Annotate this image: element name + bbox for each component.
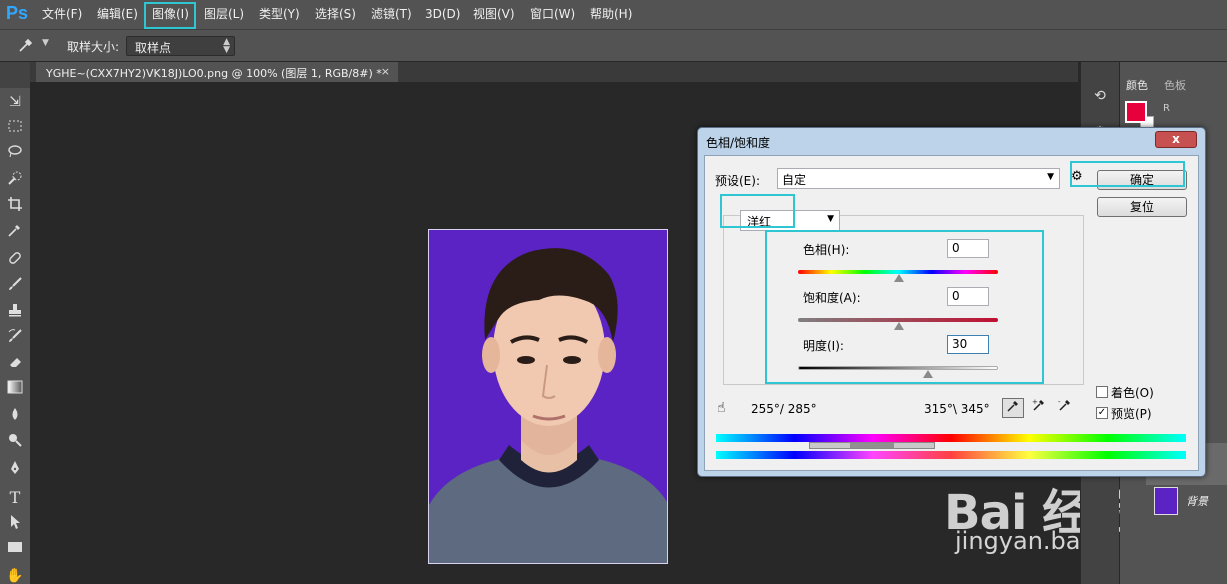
type-tool-icon[interactable]: T — [5, 488, 25, 508]
menu-view[interactable]: 视图(V) — [473, 0, 515, 29]
menu-filter[interactable]: 滤镜(T) — [371, 0, 412, 29]
sample-size-select[interactable]: 取样点 ▲ ▼ — [126, 36, 235, 56]
menu-type[interactable]: 类型(Y) — [259, 0, 300, 29]
blur-tool-icon[interactable] — [5, 406, 25, 426]
dodge-tool-icon[interactable] — [5, 432, 25, 452]
rectangle-tool-icon[interactable] — [5, 540, 25, 560]
tab-swatches[interactable]: 色板 — [1158, 74, 1192, 94]
dialog-body: 预设(E): 自定 ▼ ⚙ 确定 复位 洋红 ▼ 色相(H): 0 饱和度(A)… — [704, 155, 1199, 471]
menu-help[interactable]: 帮助(H) — [590, 0, 632, 29]
reset-button[interactable]: 复位 — [1097, 197, 1187, 217]
range-slider[interactable] — [809, 442, 935, 449]
range-left-value: 255°/ 285° — [751, 402, 817, 416]
photoshop-logo: Ps — [6, 3, 29, 23]
options-bar: ▼ 取样大小: 取样点 ▲ ▼ — [0, 29, 1227, 61]
eraser-tool-icon[interactable] — [5, 354, 25, 374]
eyedropper-icon[interactable] — [5, 222, 25, 242]
svg-text:-: - — [1058, 398, 1061, 406]
close-button[interactable]: x — [1155, 131, 1197, 148]
portrait-photo — [428, 229, 668, 564]
layer-thumbnail — [1154, 487, 1178, 515]
menu-window[interactable]: 窗口(W) — [530, 0, 575, 29]
gradient-tool-icon[interactable] — [5, 380, 25, 400]
hue-label: 色相(H): — [803, 243, 850, 257]
marquee-tool-icon[interactable] — [5, 118, 25, 138]
hue-slider-thumb[interactable] — [894, 274, 904, 282]
lightness-label: 明度(I): — [803, 339, 844, 353]
layer-name: 背景 — [1186, 495, 1208, 508]
foreground-color-swatch[interactable] — [1125, 101, 1147, 123]
chevron-down-icon: ▼ — [1047, 172, 1054, 182]
preview-label: 预览(P) — [1111, 407, 1152, 421]
menu-bar: Ps 文件(F) 编辑(E) 图像(I) 图层(L) 类型(Y) 选择(S) 滤… — [0, 0, 1227, 29]
channel-value: 洋红 — [747, 215, 772, 229]
preset-select[interactable]: 自定 ▼ — [777, 168, 1060, 189]
history-panel-icon[interactable]: ⟲ — [1089, 88, 1111, 110]
saturation-slider-thumb[interactable] — [894, 322, 904, 330]
document-tab[interactable]: YGHE~(CXX7HY2)VK18J)LO0.png @ 100% (图层 1… — [36, 62, 398, 82]
document-tab-title: YGHE~(CXX7HY2)VK18J)LO0.png @ 100% (图层 1… — [46, 67, 382, 80]
close-icon[interactable]: × — [381, 65, 390, 78]
tab-color[interactable]: 颜色 — [1120, 74, 1154, 94]
menu-edit[interactable]: 编辑(E) — [97, 0, 138, 29]
ok-button[interactable]: 确定 — [1097, 170, 1187, 190]
menu-layer[interactable]: 图层(L) — [204, 0, 244, 29]
history-brush-tool-icon[interactable] — [5, 328, 25, 348]
menu-file[interactable]: 文件(F) — [42, 0, 82, 29]
eyedropper-tool-icon[interactable] — [18, 37, 38, 55]
gear-icon[interactable]: ⚙ — [1071, 169, 1083, 184]
healing-brush-tool-icon[interactable] — [5, 250, 25, 270]
lightness-slider[interactable] — [798, 366, 998, 370]
hand-icon[interactable]: ☝ — [717, 400, 726, 416]
range-right-value: 315°\ 345° — [924, 402, 990, 416]
hand-tool-icon[interactable]: ✋ — [5, 566, 25, 584]
path-selection-tool-icon[interactable] — [5, 514, 25, 534]
preset-label: 预设(E): — [715, 174, 760, 188]
dialog-title: 色相/饱和度 — [706, 136, 771, 150]
adjustment-group — [723, 215, 1084, 385]
tool-preset-caret-icon[interactable]: ▼ — [42, 38, 49, 48]
chevron-down-icon: ▼ — [827, 214, 834, 224]
saturation-input[interactable]: 0 — [947, 287, 989, 306]
tools-panel-header — [0, 62, 30, 88]
channel-r-label: R — [1163, 103, 1170, 114]
clone-stamp-tool-icon[interactable] — [5, 302, 25, 322]
add-eyedropper-icon[interactable]: + — [1028, 398, 1050, 418]
hue-input[interactable]: 0 — [947, 239, 989, 258]
output-color-bar — [716, 451, 1186, 459]
range-slider-core — [850, 443, 894, 448]
channel-select[interactable]: 洋红 ▼ — [740, 210, 840, 231]
menu-select[interactable]: 选择(S) — [315, 0, 356, 29]
svg-text:+: + — [1032, 398, 1038, 406]
menu-3d[interactable]: 3D(D) — [425, 0, 460, 29]
colorize-checkbox[interactable] — [1096, 386, 1108, 398]
eyedropper-icon[interactable] — [1002, 398, 1024, 418]
preset-value: 自定 — [782, 173, 807, 187]
saturation-label: 饱和度(A): — [803, 291, 861, 305]
colorize-label: 着色(O) — [1111, 386, 1154, 400]
pen-tool-icon[interactable] — [5, 460, 25, 480]
updown-arrow-icon: ▲ ▼ — [223, 37, 230, 55]
sample-size-label: 取样大小: — [67, 40, 120, 54]
crop-tool-icon[interactable] — [5, 196, 25, 216]
sample-size-value: 取样点 — [135, 41, 172, 55]
input-color-bar — [716, 434, 1186, 442]
lightness-slider-thumb[interactable] — [923, 370, 933, 378]
brush-tool-icon[interactable] — [5, 276, 25, 296]
hue-saturation-dialog: 色相/饱和度 x 预设(E): 自定 ▼ ⚙ 确定 复位 洋红 ▼ 色相(H):… — [697, 127, 1206, 477]
layer-row-background[interactable]: 背景 — [1146, 485, 1227, 517]
lasso-tool-icon[interactable] — [5, 144, 25, 164]
preview-checkbox[interactable]: ✓ — [1096, 407, 1108, 419]
quick-select-tool-icon[interactable] — [5, 170, 25, 190]
move-tool-icon[interactable]: ⇲ — [5, 92, 25, 112]
subtract-eyedropper-icon[interactable]: - — [1054, 398, 1076, 418]
lightness-input[interactable]: 30 — [947, 335, 989, 354]
menu-image[interactable]: 图像(I) — [152, 0, 189, 29]
tools-panel: ⇲ T ✋ — [0, 88, 30, 584]
